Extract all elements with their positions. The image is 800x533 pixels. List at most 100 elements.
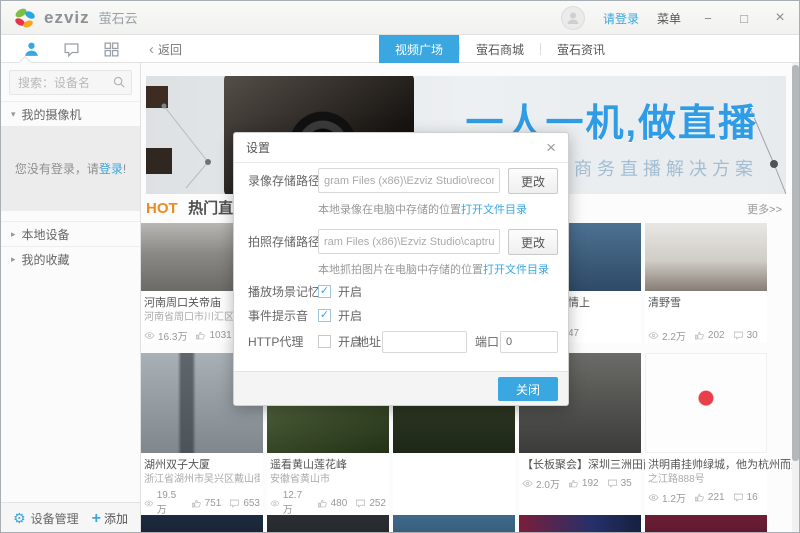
video-card[interactable] [141,515,263,533]
video-title: 清野雪 [648,295,764,311]
video-thumbnail [267,515,389,533]
avatar[interactable] [561,6,585,30]
likes-stat: 192 [568,478,599,489]
views-stat: 16.3万 [144,328,187,343]
video-card[interactable]: 清野雪 2.2万 202 30 [645,223,767,343]
likes-stat: 1031 [195,330,231,341]
app-window: ezviz 萤石云 请登录 菜单 − □ × [0,0,800,533]
window-close-icon[interactable]: × [771,9,789,27]
eye-icon [522,478,533,489]
back-button[interactable]: ‹ 返回 [149,35,182,63]
sidebar-bottom-bar: ⚙ 设备管理 + 添加 [1,502,140,533]
record-path-hint: 本地录像在电脑中存储的位置打开文件目录 [318,201,527,217]
messages-chat-icon[interactable] [63,41,80,58]
sidebar-item-my-favorites[interactable]: ▸ 我的收藏 [1,246,140,271]
video-card[interactable] [267,515,389,533]
maximize-icon[interactable]: □ [735,11,753,26]
eye-icon [648,330,659,341]
dialog-close-icon[interactable]: × [546,139,556,156]
views-stat: 1.2万 [648,490,686,505]
scrollbar-track[interactable] [792,63,799,533]
video-thumbnail [393,515,515,533]
gear-icon: ⚙ [13,510,26,527]
proxy-address-label: 地址 [357,329,381,355]
record-path-input[interactable] [318,168,500,193]
capture-path-input[interactable] [318,229,500,254]
video-thumbnail [645,223,767,291]
navbar: ‹ 返回 视频广场 萤石商城 萤石资讯 [1,35,799,63]
sidebar-item-local-devices[interactable]: ▸ 本地设备 [1,221,140,246]
video-location: 安徽省黄山市 [270,473,386,487]
sidebar-item-label: 我的摄像机 [22,106,82,123]
search-icon[interactable] [112,75,126,94]
likes-stat: 221 [694,492,725,503]
device-manage-button[interactable]: ⚙ 设备管理 [13,510,79,527]
comment-icon [229,498,240,509]
video-card[interactable] [519,515,641,533]
chevron-down-icon: ▾ [11,109,16,120]
add-label: 添加 [104,510,128,527]
login-button[interactable]: 请登录 [603,10,639,27]
video-location: 之江路888号 [648,473,764,487]
sidebar-item-label: 本地设备 [22,226,70,243]
dialog-footer: 关闭 [234,371,568,405]
brand-name-cn: 萤石云 [99,8,138,27]
video-title: 【长板聚会】深圳三洲田雨涛 [522,457,638,473]
capture-path-label: 拍照存储路径 [248,229,320,255]
comment-icon [733,492,744,503]
eye-icon [144,330,155,341]
dialog-close-button[interactable]: 关闭 [498,377,558,401]
minimize-icon[interactable]: − [699,11,717,26]
app-logo: ezviz 萤石云 [13,6,138,30]
comments-stat: 16 [733,492,758,503]
video-card[interactable] [645,515,767,533]
ezviz-flower-icon [13,6,37,30]
grid-view-icon[interactable] [103,41,120,58]
open-capture-dir-link[interactable]: 打开文件目录 [483,264,549,276]
settings-dialog: 设置 × 录像存储路径 更改 本地录像在电脑中存储的位置打开文件目录 拍照存储路… [233,132,569,406]
menu-button[interactable]: 菜单 [657,10,681,27]
tab-video-plaza[interactable]: 视频广场 [379,35,459,63]
open-record-dir-link[interactable]: 打开文件目录 [461,204,527,216]
devices-person-icon[interactable] [23,41,40,58]
login-message-suffix: ! [123,162,126,176]
plus-icon: + [92,510,101,528]
dialog-title: 设置 [246,139,270,156]
thumbs-up-icon [568,478,579,489]
comments-stat: 653 [229,498,260,509]
proxy-address-input[interactable] [382,331,467,353]
login-message: 您没有登录，请 [15,162,99,176]
scene-memory-checkbox[interactable]: ✓ [318,285,331,298]
views-stat: 2.2万 [648,328,686,343]
http-proxy-checkbox[interactable] [318,335,331,348]
sidebar: ▾ 我的摄像机 您没有登录，请登录! ▸ 本地设备 ▸ 我的收藏 ⚙ 设备管理 … [1,63,141,533]
comment-icon [607,478,618,489]
event-sound-on-label: 开启 [338,303,362,329]
scrollbar-thumb[interactable] [792,65,799,461]
hint-text: 本地抓拍图片在电脑中存储的位置 [318,264,483,276]
add-device-button[interactable]: + 添加 [92,510,128,528]
comments-stat: 30 [733,330,758,341]
login-message-panel: 您没有登录，请登录! [1,126,140,211]
tab-news[interactable]: 萤石资讯 [541,35,621,63]
event-sound-checkbox[interactable]: ✓ [318,309,331,322]
login-link[interactable]: 登录 [99,162,123,176]
sidebar-item-my-cameras[interactable]: ▾ 我的摄像机 [1,101,140,126]
top-tabs: 视频广场 萤石商城 萤石资讯 [379,35,621,63]
video-card[interactable] [393,515,515,533]
http-proxy-label: HTTP代理 [248,329,303,355]
proxy-port-input[interactable] [500,331,558,353]
record-change-button[interactable]: 更改 [508,168,558,194]
more-link[interactable]: 更多>> [747,201,782,217]
event-sound-label: 事件提示音 [248,303,308,329]
tab-mall[interactable]: 萤石商城 [460,35,540,63]
capture-change-button[interactable]: 更改 [508,229,558,255]
banner-decoration-square [146,86,168,108]
video-card[interactable]: 洪明甫挂帅绿城，他为杭州而来！ 之江路888号 1.2万 221 16 [645,353,767,516]
thumbs-up-icon [317,498,328,509]
thumbs-up-icon [195,330,206,341]
comments-stat: 252 [355,498,386,509]
chevron-right-icon: ▸ [11,229,16,240]
eye-icon [648,492,659,503]
sidebar-item-label: 我的收藏 [22,251,70,268]
